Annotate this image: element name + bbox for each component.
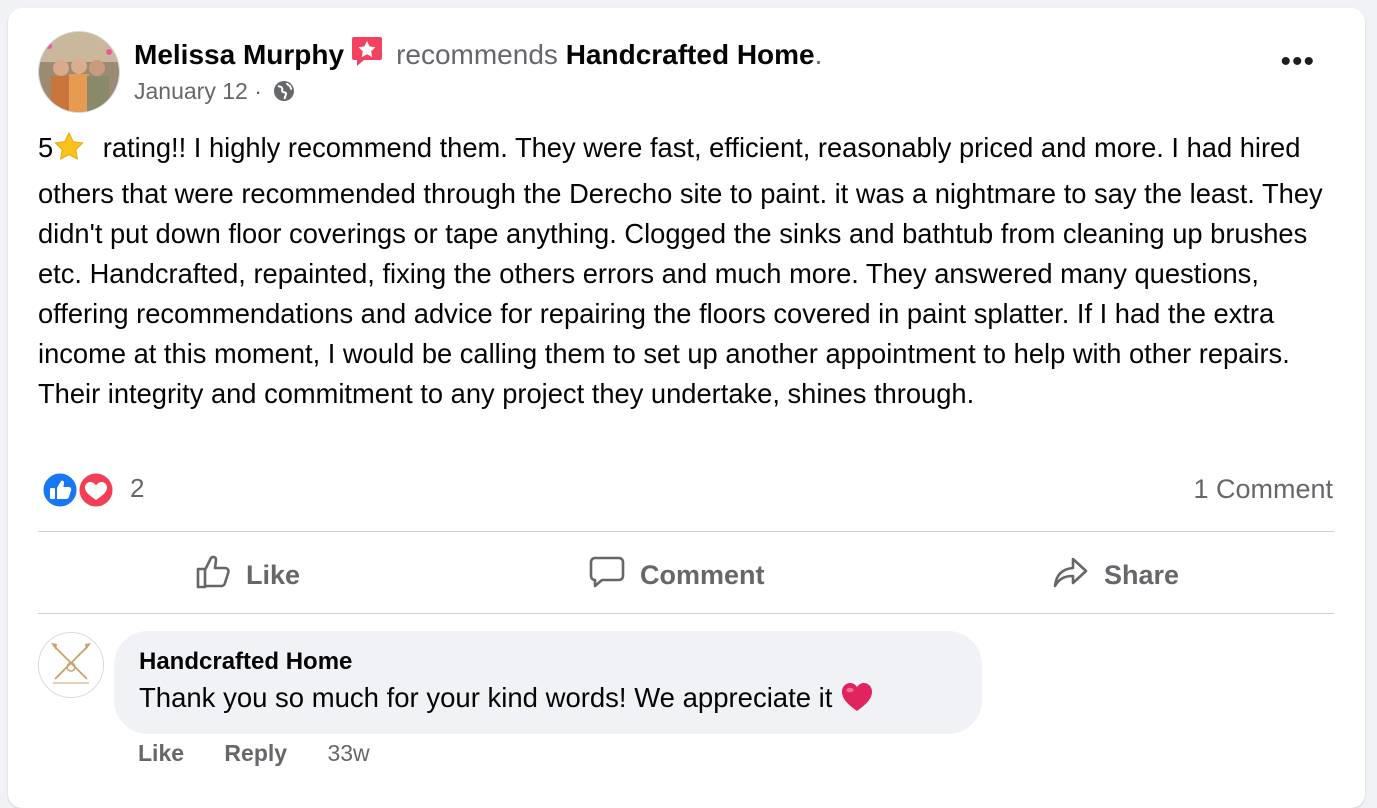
post-card: Melissa Murphy recommends Handcrafted Hom…: [8, 8, 1365, 808]
recommendation-star-badge-icon: [350, 34, 384, 75]
comment-actions: Like Reply 33w: [138, 740, 404, 767]
author-name[interactable]: Melissa Murphy: [134, 39, 344, 70]
comment-like-link[interactable]: Like: [138, 740, 184, 766]
more-options-button[interactable]: •••: [1280, 47, 1315, 77]
share-label: Share: [1104, 559, 1180, 590]
like-icon: [194, 553, 246, 598]
like-reaction-icon: [40, 470, 80, 510]
divider-bottom: [38, 613, 1334, 614]
post-meta: January 12 ·: [134, 78, 296, 109]
comment-text-content: Thank you so much for your kind words! W…: [139, 682, 833, 713]
comment-bubble: Handcrafted Home Thank you so much for y…: [114, 631, 982, 734]
post-body: 5 rating!! I highly recommend them. They…: [38, 128, 1343, 414]
like-button[interactable]: Like: [194, 553, 300, 597]
comment-text: Thank you so much for your kind words! W…: [139, 681, 874, 720]
comment-count-link[interactable]: 1 Comment: [1193, 474, 1333, 505]
star-emoji-icon: [53, 131, 85, 174]
author-avatar[interactable]: [38, 31, 120, 113]
love-reaction-icon: [76, 470, 116, 510]
comment-button[interactable]: Comment: [588, 553, 765, 597]
comment-reply-link[interactable]: Reply: [224, 740, 287, 766]
comment-label: Comment: [640, 559, 765, 590]
recommends-text: recommends: [396, 39, 558, 70]
share-button[interactable]: Share: [1052, 553, 1179, 597]
meta-separator: ·: [254, 78, 262, 104]
commenter-name[interactable]: Handcrafted Home: [139, 648, 352, 676]
period: .: [814, 39, 823, 70]
red-heart-emoji-icon: [840, 681, 874, 720]
globe-icon: [272, 79, 296, 109]
page-name-link[interactable]: Handcrafted Home: [566, 39, 815, 70]
like-label: Like: [246, 559, 301, 590]
commenter-avatar-logo[interactable]: [38, 632, 104, 698]
comment-age[interactable]: 33w: [327, 740, 369, 766]
post-body-text: rating!! I highly recommend them. They w…: [38, 132, 1323, 409]
share-icon: [1052, 553, 1104, 598]
reaction-icons[interactable]: [40, 470, 120, 510]
rating-number: 5: [38, 132, 54, 163]
post-date[interactable]: January 12: [134, 78, 248, 104]
divider-top: [38, 531, 1334, 532]
reaction-count[interactable]: 2: [130, 473, 144, 504]
comment-icon: [588, 553, 640, 598]
post-header-line: Melissa Murphy recommends Handcrafted Hom…: [134, 34, 822, 75]
